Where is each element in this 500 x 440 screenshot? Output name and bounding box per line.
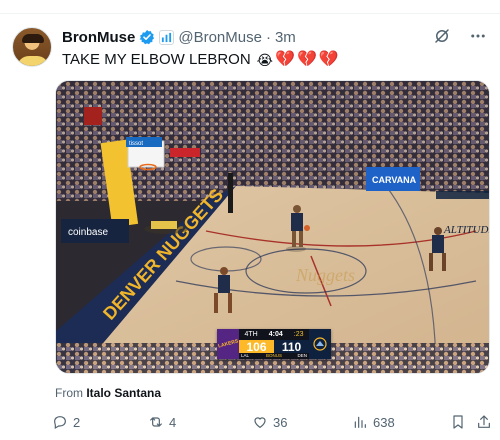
avatar-hair	[22, 34, 44, 43]
share-button[interactable]	[476, 414, 492, 430]
repost-button[interactable]: 4	[148, 414, 176, 430]
views-button[interactable]: 638	[352, 414, 395, 430]
tweet-header: BronMuse @BronMuse · 3m	[62, 27, 296, 47]
affiliate-logo-icon	[162, 32, 172, 42]
sponsor-top-text: tissot	[129, 141, 143, 147]
lakers-logo-text: LAKERS	[217, 338, 239, 350]
court-logo-text: Nuggets	[295, 265, 355, 285]
verified-badge-icon	[140, 30, 155, 45]
bonus-indicator: BONUS	[265, 353, 282, 358]
sponsor-right-text: CARVANA	[372, 175, 417, 185]
broken-heart-emoji: 💔	[296, 50, 317, 68]
avatar[interactable]	[12, 27, 52, 67]
attribution-prefix: From	[55, 386, 83, 400]
nuggets-logo	[309, 329, 331, 359]
avatar-shirt	[17, 56, 49, 66]
broken-heart-emoji: 💔	[275, 50, 295, 68]
top-divider	[0, 0, 500, 14]
reply-count: 2	[73, 414, 81, 430]
attribution-source[interactable]: Italo Santana	[86, 386, 161, 400]
bookmark-icon	[453, 415, 463, 429]
media-video[interactable]: DENVER NUGGETS Nuggets ALTITUDE tissot c…	[55, 80, 490, 374]
courtside-ad-text: ALTITUDE	[443, 224, 490, 236]
grok-icon[interactable]	[432, 26, 452, 46]
away-score: 110	[281, 339, 302, 354]
views-chart-icon	[354, 416, 366, 428]
lakers-logo: LAKERS	[217, 329, 239, 359]
shot-clock: :23	[293, 331, 304, 338]
heart-icon	[254, 417, 266, 429]
share-icon	[478, 415, 490, 428]
home-team-abbr: LAL	[241, 353, 250, 358]
tweet-action-bar: 2 4 36 638	[52, 414, 492, 434]
like-button[interactable]: 36	[252, 414, 287, 430]
author-name[interactable]: BronMuse	[62, 29, 135, 46]
bookmark-button[interactable]	[450, 414, 466, 430]
basketball	[304, 225, 310, 231]
reply-button[interactable]: 2	[52, 414, 80, 430]
tweet-body: TAKE MY ELBOW LEBRON	[62, 51, 251, 68]
nuggets-logo-icon	[313, 337, 327, 351]
author-handle[interactable]: @BronMuse	[178, 29, 262, 46]
sponsor-left-text: coinbase	[68, 227, 108, 238]
referee	[228, 173, 233, 213]
affiliate-badge-icon[interactable]	[159, 29, 175, 45]
separator-dot: ·	[265, 28, 271, 46]
reply-icon	[54, 416, 66, 430]
stanchion-ad	[170, 148, 200, 157]
broken-heart-emoji: 💔	[318, 50, 339, 68]
repost-icon	[150, 417, 162, 427]
header-actions	[432, 26, 488, 46]
fallen-player	[151, 221, 177, 229]
crying-face-emoji: 😭	[256, 51, 274, 68]
quarter: 4TH	[244, 331, 258, 338]
repost-count: 4	[169, 414, 177, 430]
timestamp[interactable]: 3m	[275, 29, 296, 46]
game-clock-bar: 4TH 4:04 :23	[239, 329, 309, 340]
view-count: 638	[373, 414, 395, 430]
home-score: 106	[246, 339, 267, 354]
tweet-text: TAKE MY ELBOW LEBRON 😭 💔 💔 💔	[62, 51, 339, 68]
scoreboard: LAKERS 4TH 4:04 :23 106 110 LAL BONUS DE…	[217, 329, 331, 359]
media-attribution: From Italo Santana	[55, 386, 161, 400]
like-count: 36	[273, 414, 288, 430]
away-team-abbr: DEN	[297, 353, 307, 358]
more-options-icon[interactable]	[468, 26, 488, 46]
game-clock: 4:04	[268, 331, 283, 338]
shot-clock-unit	[84, 107, 102, 125]
